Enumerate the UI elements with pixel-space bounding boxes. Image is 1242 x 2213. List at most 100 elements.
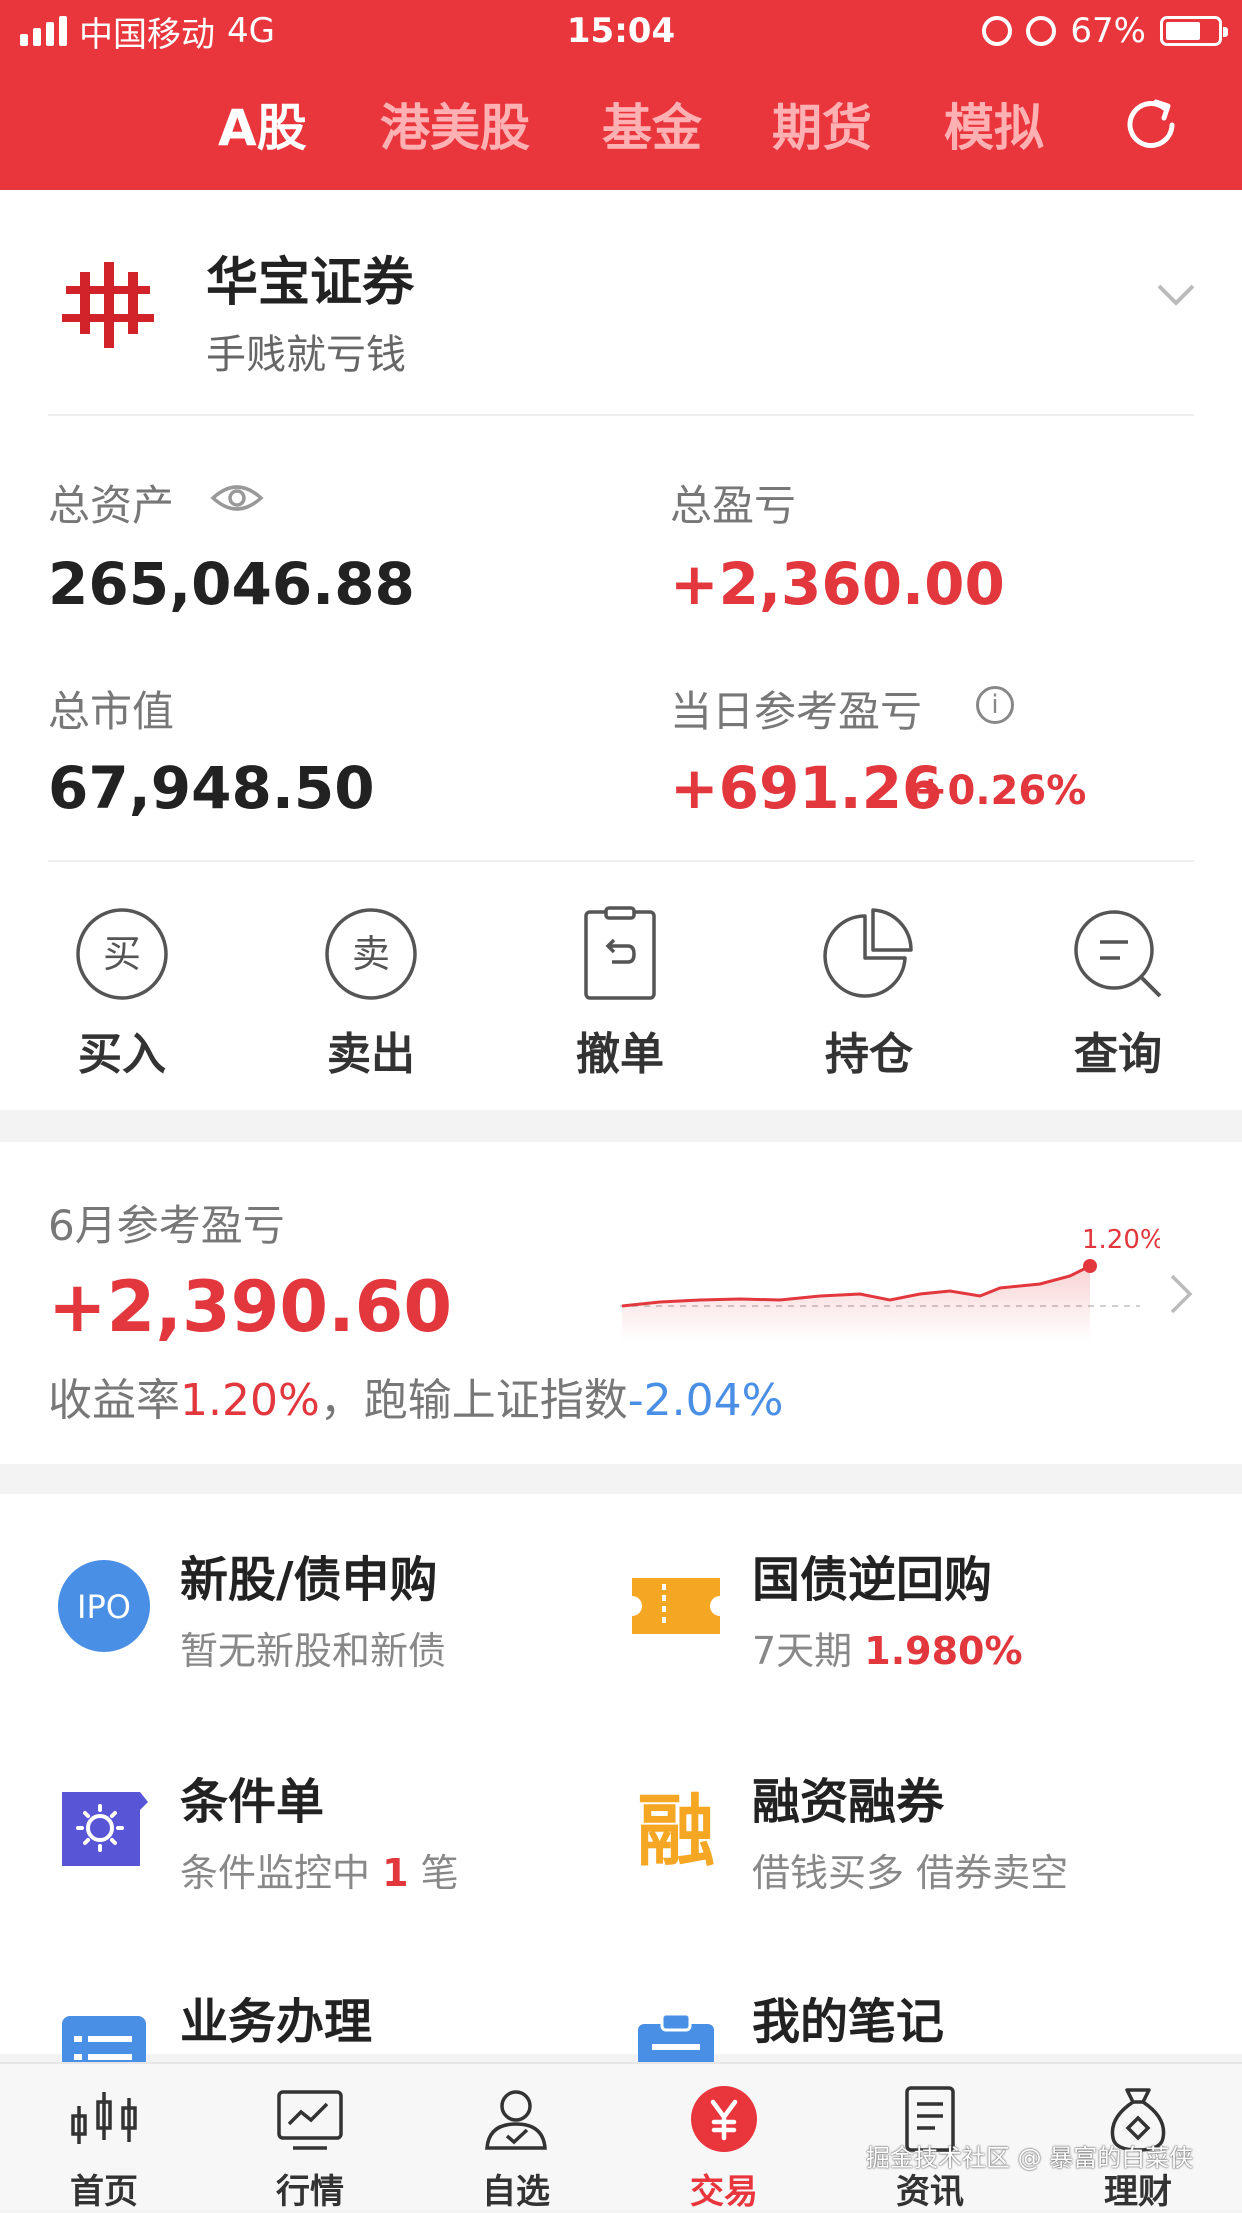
- condition-order-item[interactable]: 条件单 条件监控中 1 笔: [56, 1774, 576, 1910]
- cancel-order-label: 撤单: [576, 1029, 664, 1080]
- tab-futures[interactable]: 期货: [772, 88, 872, 168]
- index-diff: -2.04%: [627, 1375, 784, 1426]
- daily-pnl-label: 当日参考盈亏: [670, 687, 923, 736]
- feature-title: 国债逆回购: [752, 1552, 993, 1608]
- daily-pnl-percent: +0.26%: [914, 768, 1087, 814]
- return-prefix: 收益率: [48, 1375, 180, 1426]
- repo-rate: 1.980%: [864, 1629, 1023, 1673]
- feature-subtitle: 借钱买多 借券卖空: [752, 1851, 1069, 1895]
- divider: [48, 414, 1194, 416]
- feature-subtitle: 暂无新股和新债: [180, 1629, 447, 1673]
- top-tabs: A股 港美股 基金 期货 模拟: [0, 88, 1242, 168]
- buy-button[interactable]: 买 买入: [22, 906, 222, 1082]
- features-grid: IPO 新股/债申购 暂无新股和新债 国债逆回购 7天期 1.980% 条件单 …: [0, 1494, 1242, 2104]
- tab-trade-label: 交易: [690, 2172, 758, 2212]
- monthly-pnl-card[interactable]: 6月参考盈亏 +2,390.60 收益率1.20%，跑输上证指数-2.04% 1…: [0, 1142, 1242, 1464]
- info-icon[interactable]: i: [976, 686, 1014, 724]
- account-subtitle: 手贱就亏钱: [206, 332, 406, 378]
- total-assets-value: 265,046.88: [48, 550, 415, 618]
- market-value-label: 总市值: [48, 687, 175, 736]
- bottom-tab-bar: 首页 行情 自选 交易 资讯 理财: [0, 2062, 1242, 2213]
- divider: [48, 860, 1194, 862]
- tab-watchlist[interactable]: 自选: [436, 2084, 596, 2213]
- reverse-repo-item[interactable]: 国债逆回购 7天期 1.980%: [628, 1552, 1188, 1688]
- feature-title: 业务办理: [180, 1994, 373, 2050]
- yuan-icon: [691, 2086, 757, 2152]
- tab-trade[interactable]: 交易: [644, 2084, 804, 2213]
- monthly-return-desc: 收益率1.20%，跑输上证指数-2.04%: [48, 1364, 783, 1428]
- tab-market-label: 行情: [276, 2172, 344, 2212]
- positions-label: 持仓: [825, 1029, 913, 1080]
- rotation-lock-icon: [982, 16, 1013, 46]
- feature-subtitle: 条件监控中 1 笔: [180, 1842, 459, 1897]
- monthly-sparkline: 1.20%: [620, 1225, 1160, 1342]
- sell-glyph: 卖: [352, 932, 390, 976]
- total-pnl-value: +2,360.00: [670, 550, 1005, 618]
- chevron-down-icon[interactable]: [1156, 282, 1196, 308]
- ipo-icon-text: IPO: [77, 1588, 131, 1626]
- total-pnl-label: 总盈亏: [670, 481, 797, 530]
- buy-label: 买入: [78, 1029, 166, 1080]
- margin-icon-text: 融: [637, 1787, 715, 1876]
- cancel-order-button[interactable]: 撤单: [520, 906, 720, 1082]
- query-button[interactable]: 查询: [1018, 906, 1218, 1082]
- account-card: 华宝证券 手贱就亏钱 总资产 265,046.88 总盈亏 +2,360.00 …: [0, 190, 1242, 1110]
- eye-icon[interactable]: [210, 480, 264, 516]
- pie-chart-icon: [823, 908, 913, 998]
- tab-market[interactable]: 行情: [230, 2084, 390, 2213]
- tab-home-label: 首页: [70, 2172, 138, 2212]
- cancel-order-icon: [584, 906, 656, 1000]
- ticket-icon: [632, 1578, 720, 1634]
- sell-button[interactable]: 卖 卖出: [271, 906, 471, 1082]
- broker-name[interactable]: 华宝证券: [206, 240, 414, 315]
- buy-icon: 买: [76, 908, 168, 1000]
- chevron-right-icon[interactable]: [1168, 1272, 1194, 1316]
- user-watchlist-icon: [485, 2090, 547, 2150]
- total-assets-label: 总资产: [48, 481, 175, 530]
- battery-percent: 67%: [1070, 11, 1146, 51]
- feature-title: 新股/债申购: [180, 1552, 438, 1608]
- status-bar: 中国移动 4G 15:04 67%: [0, 0, 1242, 62]
- monitor-prefix: 条件监控中: [180, 1851, 383, 1895]
- tab-simulation[interactable]: 模拟: [944, 88, 1044, 168]
- tab-funds[interactable]: 基金: [602, 88, 702, 168]
- sell-icon: 卖: [325, 908, 417, 1000]
- return-rate: 1.20%: [180, 1375, 320, 1426]
- my-notes-item[interactable]: 我的笔记: [628, 1994, 1188, 2104]
- watermark-text: 掘金技术社区 @ 暴富的白菜侠: [866, 2144, 1194, 2172]
- broker-logo: [62, 262, 154, 348]
- monthly-pnl-value: +2,390.60: [48, 1266, 453, 1348]
- daily-pnl-value: +691.26: [670, 754, 943, 822]
- tab-a-shares[interactable]: A股: [218, 88, 307, 168]
- candlestick-icon: [71, 2092, 137, 2144]
- repo-term: 7天期: [752, 1629, 865, 1673]
- ipo-icon: IPO: [58, 1560, 150, 1652]
- feature-subtitle: 7天期 1.980%: [752, 1620, 1023, 1675]
- monitor-suffix: 笔: [408, 1851, 459, 1895]
- app-header: 中国移动 4G 15:04 67% A股 港美股 基金 期货 模拟: [0, 0, 1242, 190]
- search-icon: [1074, 910, 1162, 998]
- market-chart-icon: [277, 2090, 343, 2150]
- trade-actions: 买 买入 卖 卖出 撤单 持仓 查询: [0, 906, 1242, 1086]
- tab-watchlist-label: 自选: [482, 2172, 550, 2212]
- monitor-count: 1: [382, 1851, 409, 1895]
- condition-order-icon: [62, 1792, 148, 1866]
- margin-icon: 融: [637, 1787, 715, 1876]
- monthly-pnl-label: 6月参考盈亏: [48, 1201, 285, 1250]
- positions-button[interactable]: 持仓: [769, 906, 969, 1082]
- ipo-subscription-item[interactable]: IPO 新股/债申购 暂无新股和新债: [56, 1552, 576, 1688]
- margin-trading-item[interactable]: 融 融资融券 借钱买多 借券卖空: [628, 1774, 1188, 1910]
- feature-title: 条件单: [180, 1774, 325, 1830]
- alarm-icon: [1026, 16, 1057, 46]
- tab-home[interactable]: 首页: [24, 2084, 184, 2213]
- sparkline-peak-label: 1.20%: [1082, 1225, 1160, 1255]
- refresh-icon[interactable]: [1120, 94, 1182, 156]
- feature-title: 我的笔记: [752, 1994, 945, 2050]
- query-label: 查询: [1074, 1029, 1162, 1080]
- tab-hk-us[interactable]: 港美股: [380, 88, 530, 168]
- business-item[interactable]: 业务办理: [56, 1994, 576, 2100]
- sell-label: 卖出: [327, 1029, 415, 1080]
- market-value: 67,948.50: [48, 754, 375, 822]
- return-mid: ，跑输上证指数: [319, 1375, 628, 1426]
- battery-icon: [1160, 16, 1228, 46]
